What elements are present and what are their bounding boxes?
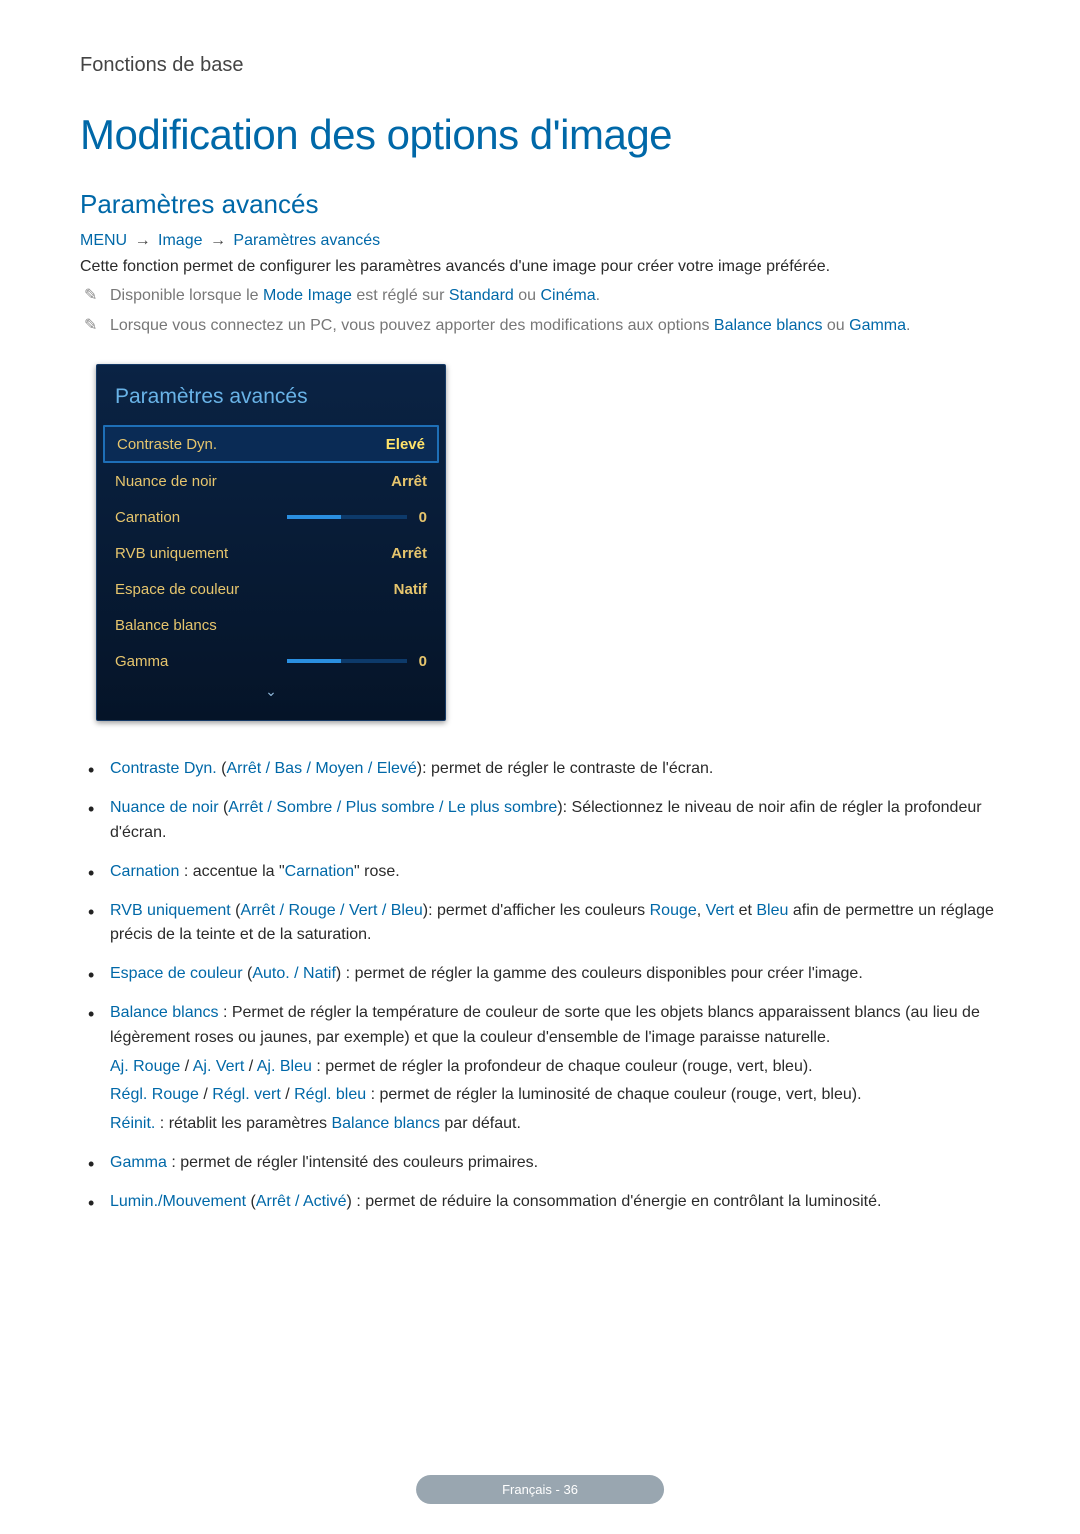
note-item: ✎ Disponible lorsque le Mode Image est r…	[84, 284, 1000, 308]
arrow-icon: →	[135, 232, 151, 249]
slider[interactable]	[287, 659, 407, 663]
panel-row-gamma[interactable]: Gamma 0	[97, 643, 445, 679]
settings-panel: Paramètres avancés Contraste Dyn. Elevé …	[96, 364, 446, 721]
panel-row-nuance-noir[interactable]: Nuance de noir Arrêt	[97, 463, 445, 499]
panel-row-balance-blancs[interactable]: Balance blancs	[97, 607, 445, 643]
bullet-rvb: RVB uniquement (Arrêt / Rouge / Vert / B…	[84, 899, 1000, 949]
chapter-label: Fonctions de base	[80, 54, 1000, 77]
slider[interactable]	[287, 515, 407, 519]
chevron-down-icon[interactable]: ⌄	[97, 683, 445, 700]
page-title: Modification des options d'image	[80, 111, 1000, 159]
panel-title: Paramètres avancés	[97, 365, 445, 425]
panel-row-espace-couleur[interactable]: Espace de couleur Natif	[97, 571, 445, 607]
breadcrumb: MENU → Image → Paramètres avancés	[80, 232, 1000, 250]
page-footer: Français - 36	[416, 1475, 664, 1504]
note-item: ✎ Lorsque vous connectez un PC, vous pou…	[84, 314, 1000, 338]
panel-row-rvb[interactable]: RVB uniquement Arrêt	[97, 535, 445, 571]
bullet-gamma: Gamma : permet de régler l'intensité des…	[84, 1151, 1000, 1176]
bullet-balance-blancs: Balance blancs : Permet de régler la tem…	[84, 1001, 1000, 1137]
breadcrumb-menu: MENU	[80, 232, 127, 249]
pencil-icon: ✎	[84, 284, 110, 308]
section-title: Paramètres avancés	[80, 189, 1000, 220]
breadcrumb-params: Paramètres avancés	[233, 232, 380, 249]
panel-row-carnation[interactable]: Carnation 0	[97, 499, 445, 535]
panel-row-contraste-dyn[interactable]: Contraste Dyn. Elevé	[103, 425, 439, 463]
bullet-lumin-mouvement: Lumin./Mouvement (Arrêt / Activé) : perm…	[84, 1190, 1000, 1215]
bullet-carnation: Carnation : accentue la "Carnation" rose…	[84, 860, 1000, 885]
bullet-espace-couleur: Espace de couleur (Auto. / Natif) : perm…	[84, 962, 1000, 987]
arrow-icon: →	[210, 232, 226, 249]
bullet-nuance-noir: Nuance de noir (Arrêt / Sombre / Plus so…	[84, 796, 1000, 846]
breadcrumb-image: Image	[158, 232, 202, 249]
pencil-icon: ✎	[84, 314, 110, 338]
intro-text: Cette fonction permet de configurer les …	[80, 256, 1000, 278]
bullet-contraste-dyn: Contraste Dyn. (Arrêt / Bas / Moyen / El…	[84, 757, 1000, 782]
